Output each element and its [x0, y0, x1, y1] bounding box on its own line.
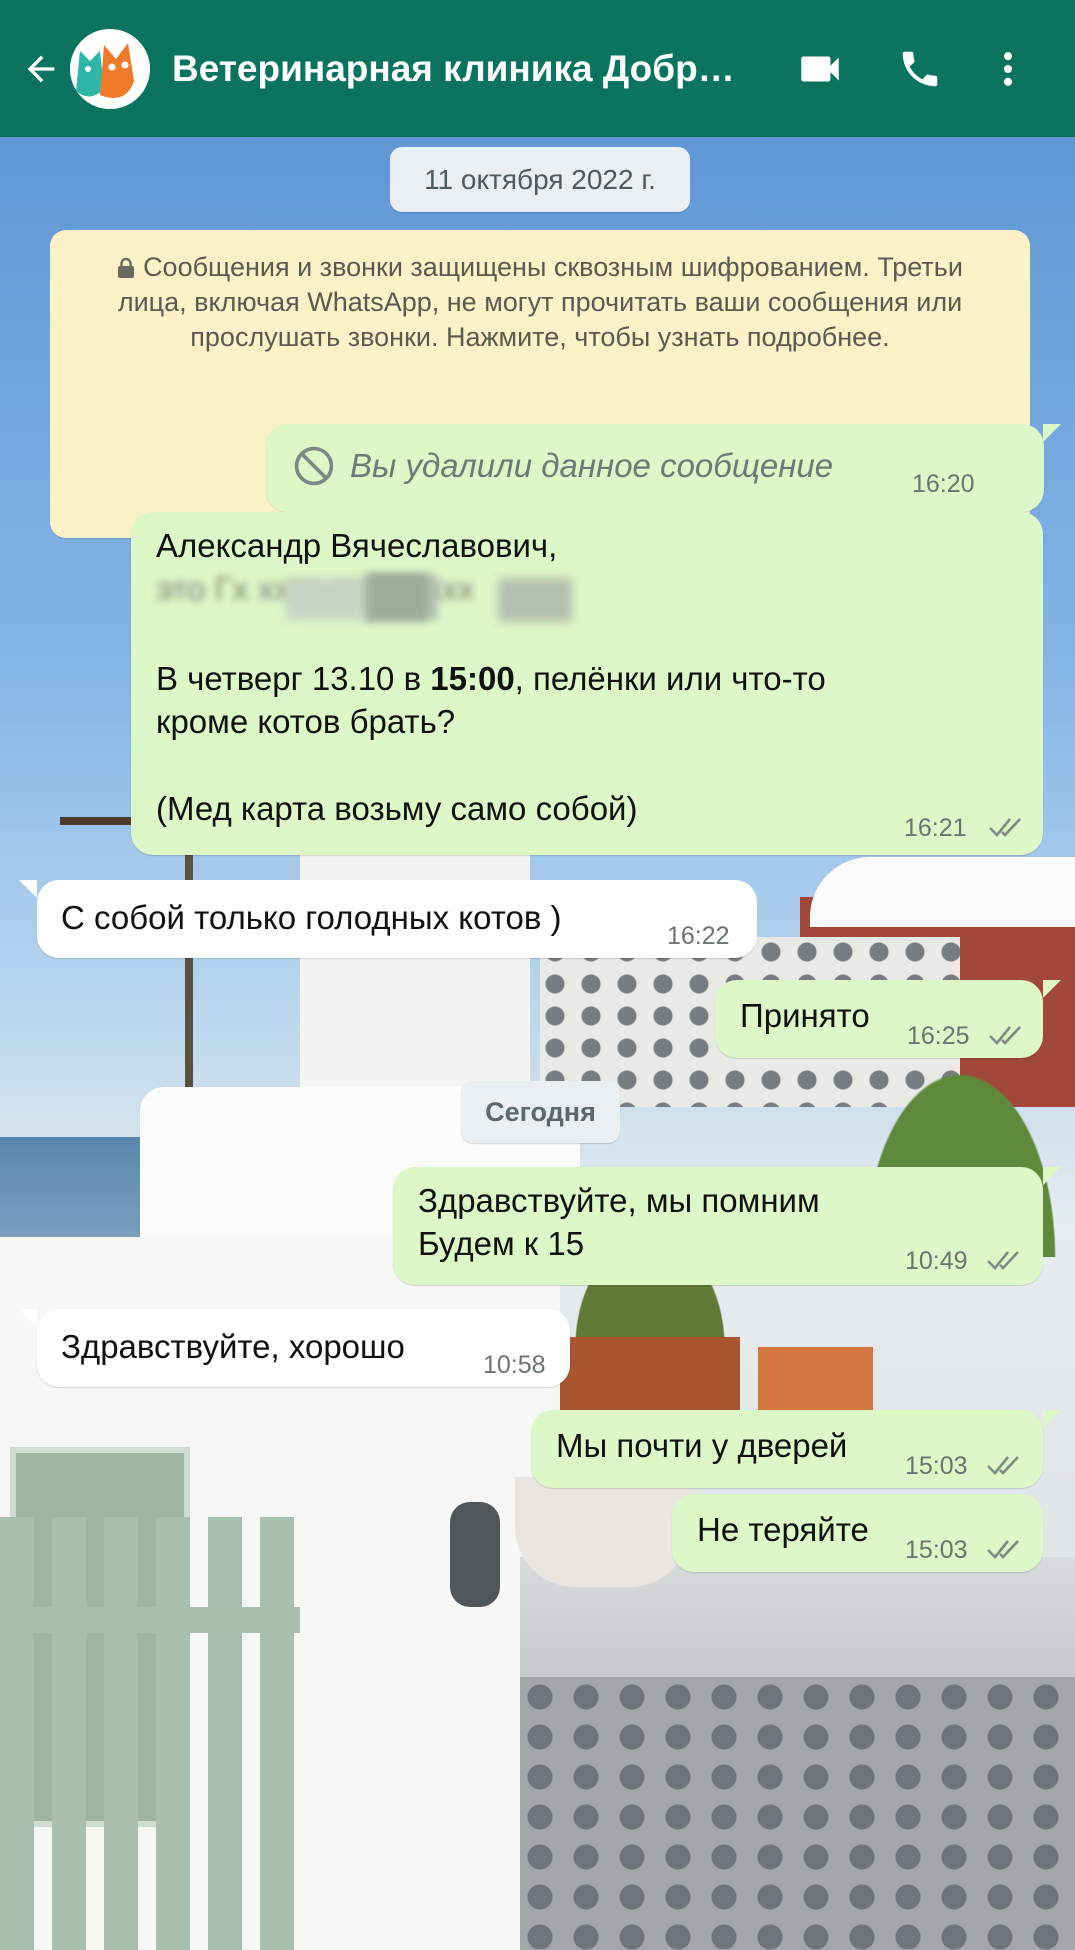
- message-text: Вы удалили данное сообщение: [350, 447, 834, 484]
- chat-title[interactable]: Ветеринарная клиника Добрый доктор: [172, 29, 762, 109]
- more-options-button[interactable]: [978, 29, 1038, 109]
- message-time: 10:58: [483, 1351, 546, 1379]
- message-text: Мы почти у дверей: [556, 1427, 848, 1464]
- message-time: 10:49: [905, 1247, 968, 1275]
- bubble-tail: [19, 1309, 37, 1327]
- message-time: 15:03: [905, 1452, 968, 1480]
- message-outgoing[interactable]: Александр Вячеславович, это Гх хххх хххх…: [131, 512, 1043, 855]
- redaction-blur: [368, 574, 428, 620]
- encryption-notice-text: Сообщения и звонки защищены сквозным шиф…: [117, 252, 963, 352]
- message-incoming[interactable]: С собой только голодных котов ) 16:22: [37, 880, 757, 958]
- message-text-part: В четверг 13.10 в: [156, 660, 431, 697]
- double-check-icon: [989, 1026, 1021, 1045]
- message-deleted[interactable]: Вы удалили данное сообщение 16:20: [266, 424, 1044, 512]
- double-check-icon: [989, 818, 1021, 837]
- bubble-tail: [19, 880, 37, 898]
- message-text-line: В четверг 13.10 в 15:00, пелёнки или что…: [156, 657, 826, 700]
- videocam-icon: [801, 56, 839, 81]
- message-text-line: Александр Вячеславович,: [156, 527, 558, 564]
- message-text-part: , пелёнки или что-то: [514, 660, 826, 697]
- message-text: Не теряйте: [697, 1511, 869, 1548]
- more-vert-icon: [1003, 51, 1013, 86]
- message-outgoing[interactable]: Не теряйте 15:03: [672, 1494, 1043, 1572]
- message-text: С собой только голодных котов ): [61, 899, 562, 936]
- lock-icon: [118, 257, 135, 278]
- message-time: 15:03: [905, 1536, 968, 1564]
- message-time: 16:22: [667, 922, 730, 950]
- bubble-tail: [1043, 1410, 1061, 1428]
- message-text-line: Будем к 15: [418, 1225, 585, 1262]
- double-check-icon: [987, 1456, 1019, 1475]
- message-text: Принято: [740, 997, 870, 1034]
- back-button[interactable]: [10, 29, 72, 109]
- video-call-button[interactable]: [780, 29, 860, 109]
- bubble-tail: [1043, 424, 1061, 442]
- message-text-line: Здравствуйте, мы помним: [418, 1182, 820, 1219]
- double-check-icon: [987, 1540, 1019, 1559]
- bubble-tail: [1043, 980, 1061, 998]
- message-text-bold: 15:00: [430, 660, 515, 697]
- message-time: 16:25: [907, 1022, 970, 1050]
- blocked-icon: [294, 446, 334, 486]
- cats-logo-icon: [70, 28, 150, 109]
- message-outgoing[interactable]: Мы почти у дверей 15:03: [531, 1410, 1043, 1488]
- message-incoming[interactable]: Здравствуйте, хорошо 10:58: [37, 1309, 570, 1387]
- double-check-icon: [987, 1251, 1019, 1270]
- message-outgoing[interactable]: Здравствуйте, мы помним Будем к 15 10:49: [393, 1167, 1043, 1285]
- bubble-tail: [1043, 1167, 1061, 1185]
- message-text-line: кроме котов брать?: [156, 703, 456, 740]
- arrow-back-icon: [27, 55, 55, 82]
- date-separator-today: Сегодня: [461, 1081, 620, 1143]
- date-separator: 11 октября 2022 г.: [390, 147, 690, 212]
- message-outgoing[interactable]: Принято 16:25: [715, 980, 1043, 1058]
- chat-area[interactable]: 11 октября 2022 г. Сообщения и звонки за…: [0, 137, 1075, 1950]
- chat-header: Ветеринарная клиника Добрый доктор: [0, 0, 1075, 137]
- message-time: 16:20: [912, 470, 975, 498]
- message-time: 16:21: [904, 814, 967, 842]
- redaction-blur: [498, 578, 572, 622]
- avatar[interactable]: [70, 28, 150, 109]
- message-text-line: (Мед карта возьму само собой): [156, 790, 638, 827]
- message-text: Здравствуйте, хорошо: [61, 1328, 405, 1365]
- voice-call-button[interactable]: [880, 29, 960, 109]
- phone-icon: [902, 51, 938, 86]
